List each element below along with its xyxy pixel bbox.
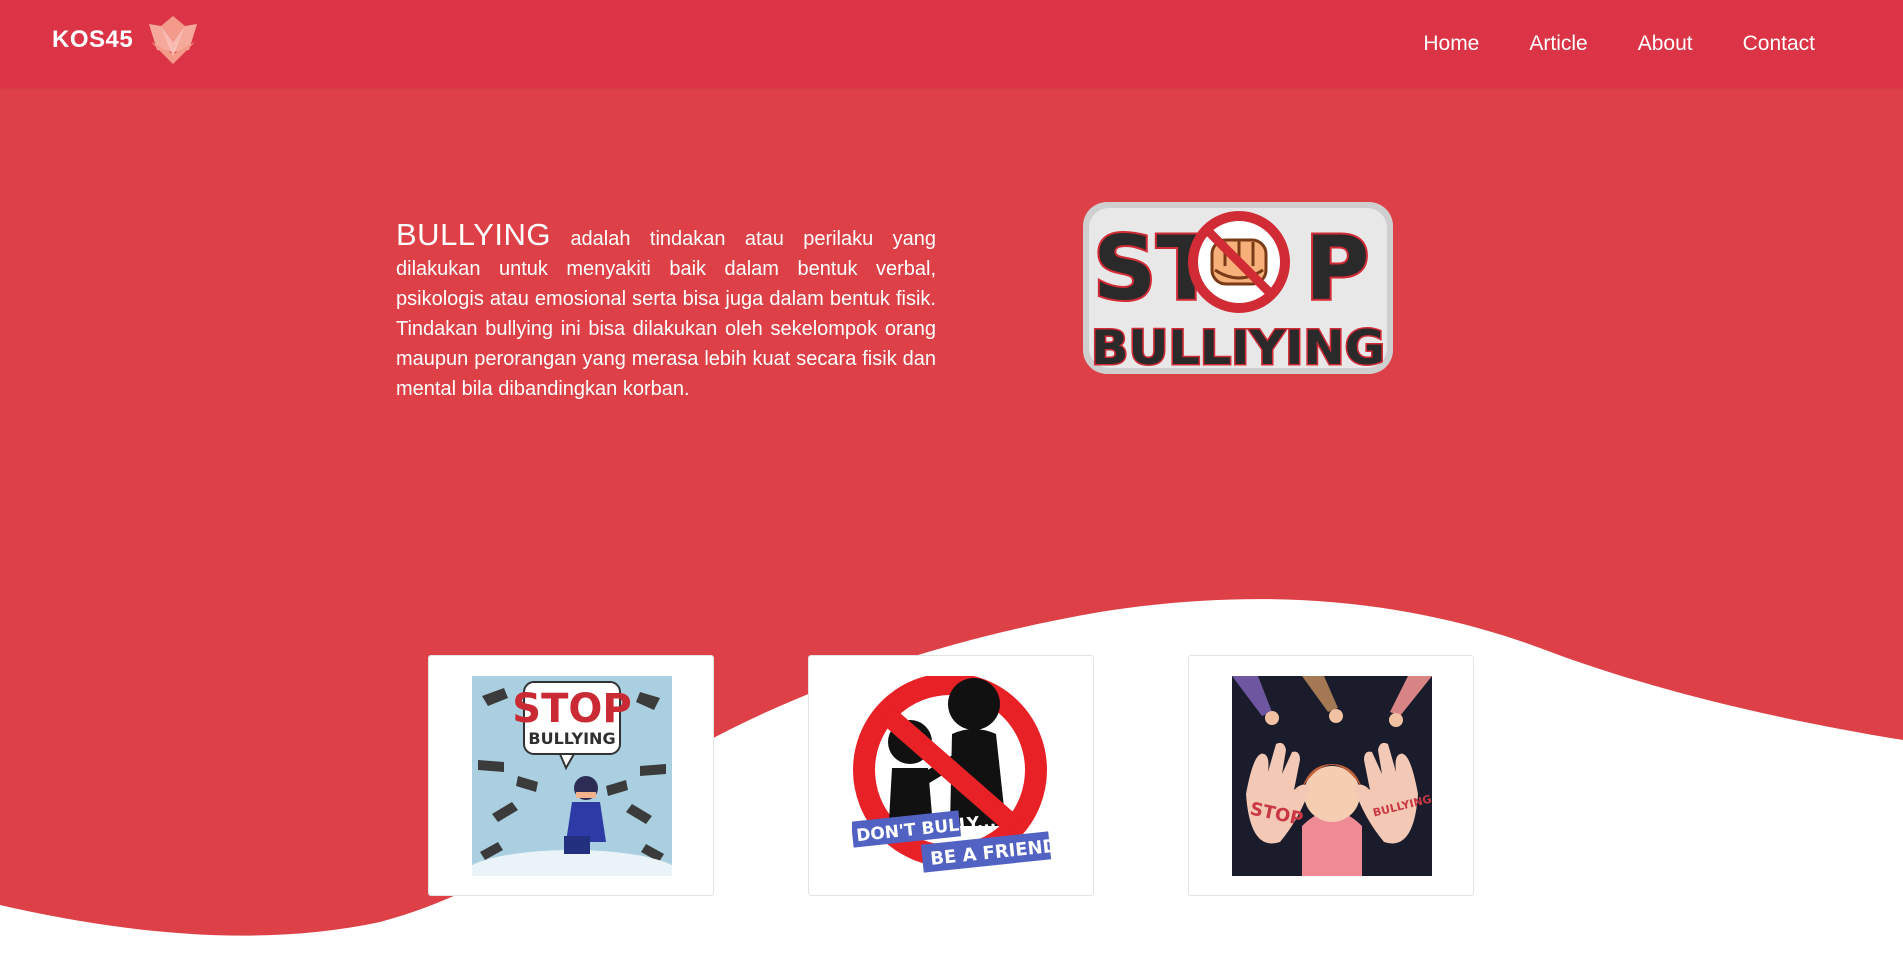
nav-about-link[interactable]: About [1638,32,1693,56]
card-stop-text: STOP [512,686,631,732]
nav-article-link[interactable]: Article [1529,32,1587,56]
navbar: KOS45 Home Article About Contact [0,0,1903,88]
dont-bully-image: DON'T BULLY... BE A FRIEND. [852,676,1052,876]
nav-menu: Home Article About Contact [1423,0,1815,88]
nav-contact-link[interactable]: Contact [1743,32,1815,56]
brand-name: KOS45 [52,26,134,53]
stop-bullying-card[interactable]: STOP BULLYING [428,655,714,896]
intro-lead: BULLYING [396,217,552,252]
intro-body: adalah tindakan atau perilaku yang dilak… [396,228,936,400]
stop-bullying-logo: ST P BULLIYING [1083,202,1393,378]
stop-hands-image: STOP BULLYING [1232,676,1432,876]
hero-logo-stop-right: P [1305,217,1370,320]
stop-bullying-image: STOP BULLYING [472,676,672,876]
card-bullying-text: BULLYING [528,729,615,748]
stop-hands-card[interactable]: STOP BULLYING [1188,655,1474,896]
intro-paragraph: BULLYING adalah tindakan atau perilaku y… [396,217,936,404]
dont-bully-card[interactable]: DON'T BULLY... BE A FRIEND. [808,655,1094,896]
lotus-icon [149,16,198,64]
nav-home-link[interactable]: Home [1423,32,1479,56]
hero-logo-bullying: BULLIYING [1091,321,1385,376]
brand[interactable]: KOS45 [52,12,203,68]
